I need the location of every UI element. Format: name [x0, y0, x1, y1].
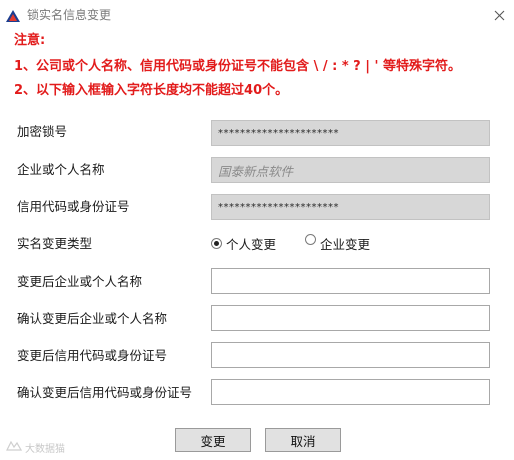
watermark-text: 大数据猫: [25, 444, 65, 455]
confirm-new-name-label: 确认变更后企业或个人名称: [17, 311, 168, 326]
close-icon: [494, 6, 505, 25]
new-name-label: 变更后企业或个人名称: [17, 274, 143, 289]
watermark-logo-icon: [6, 440, 23, 455]
close-button[interactable]: [486, 2, 512, 28]
window-title: 锁实名信息变更: [27, 8, 112, 22]
lock-number-label: 加密锁号: [17, 124, 68, 139]
credit-code-field[interactable]: [211, 194, 490, 220]
name-field[interactable]: [211, 157, 490, 183]
confirm-new-name-input[interactable]: [211, 305, 490, 331]
triangle-logo-icon: [5, 8, 21, 22]
credit-code-label: 信用代码或身份证号: [17, 199, 130, 214]
lock-number-field[interactable]: [211, 120, 490, 146]
change-type-label: 实名变更类型: [17, 236, 93, 251]
change-button[interactable]: 变更: [175, 428, 251, 452]
watermark: 大数据猫: [6, 440, 65, 455]
cancel-button[interactable]: 取消: [265, 428, 341, 452]
confirm-new-code-label: 确认变更后信用代码或身份证号: [17, 385, 193, 400]
notice-title: 注意:: [14, 33, 46, 48]
notice-line-2: 2、以下输入框输入字符长度均不能超过40个。: [14, 83, 289, 98]
title-bar: 锁实名信息变更: [0, 0, 514, 30]
confirm-new-code-input[interactable]: [211, 379, 490, 405]
radio-enterprise-change[interactable]: 企业变更: [305, 230, 371, 252]
radio-personal-change[interactable]: 个人变更: [211, 233, 276, 253]
name-label: 企业或个人名称: [17, 162, 105, 177]
new-code-label: 变更后信用代码或身份证号: [17, 348, 168, 363]
radio-personal-label: 个人变更: [226, 236, 277, 252]
new-name-input[interactable]: [211, 268, 490, 294]
new-code-input[interactable]: [211, 342, 490, 368]
notice-line-1: 1、公司或个人名称、信用代码或身份证号不能包含 \ / : * ? | ' 等特…: [14, 59, 462, 74]
radio-checked-icon: [211, 237, 222, 249]
radio-enterprise-label: 企业变更: [320, 236, 371, 252]
radio-unchecked-icon: [305, 233, 316, 245]
